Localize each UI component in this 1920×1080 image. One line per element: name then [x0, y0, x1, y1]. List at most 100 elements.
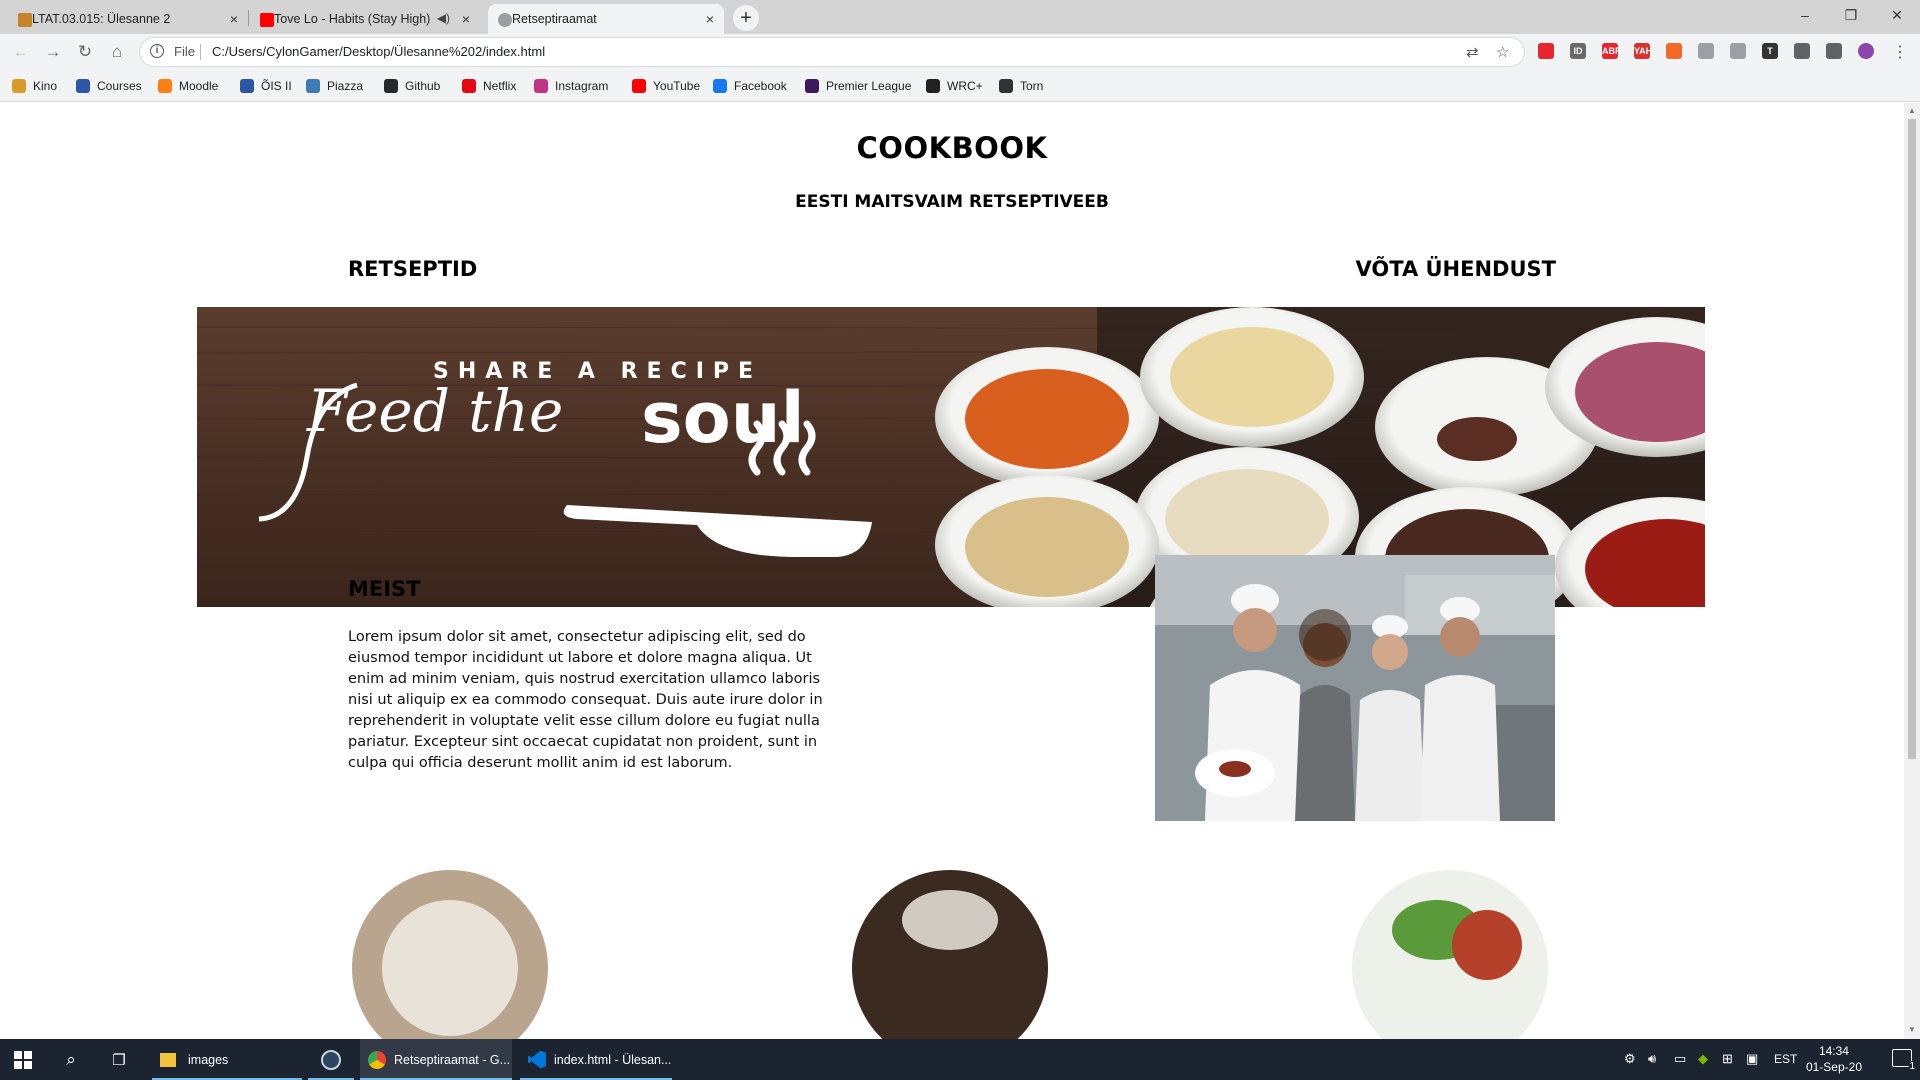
taskbar-item-label: Retseptiraamat - G...: [394, 1052, 511, 1067]
scrollbar-thumb[interactable]: [1908, 119, 1916, 759]
bookmark-courses[interactable]: Courses: [76, 78, 142, 94]
bookmark-netflix[interactable]: Netflix: [462, 78, 516, 94]
close-tab-icon[interactable]: ×: [462, 11, 470, 27]
page-subtitle: EESTI MAITSVAIM RETSEPTIVEEB: [795, 192, 1109, 212]
playlist-ext-icon[interactable]: [1826, 43, 1842, 59]
facebook-icon: [713, 79, 727, 93]
bookmark-youtube[interactable]: YouTube: [632, 78, 700, 94]
volume-icon[interactable]: 🔊︎: [1648, 1051, 1656, 1067]
steam-icon: [321, 1049, 341, 1070]
recipe-thumbnail-1[interactable]: [352, 870, 548, 1039]
reload-button[interactable]: ↻: [74, 41, 96, 63]
kino-icon: [12, 79, 26, 93]
opera-ext-icon[interactable]: [1538, 43, 1554, 59]
forward-button[interactable]: →: [42, 41, 64, 63]
bookmark-moodle[interactable]: Moodle: [158, 78, 218, 94]
bookmark-star-icon[interactable]: ☆: [1496, 43, 1509, 61]
tab-retseptiraamat[interactable]: Retseptiraamat ×: [488, 4, 724, 34]
home-button[interactable]: ⌂: [106, 41, 128, 63]
id-ext-icon[interactable]: ID: [1570, 43, 1586, 59]
tab-title: Tove Lo - Habits (Stay High): [274, 12, 431, 26]
taskbar-item-vscode[interactable]: index.html - Ülesan...: [520, 1039, 672, 1080]
wrc--icon: [926, 79, 940, 93]
folder-icon: [160, 1052, 176, 1067]
bookmark-label: Instagram: [555, 79, 609, 93]
bookmark-label: Kino: [33, 79, 58, 93]
close-window-button[interactable]: ✕: [1874, 2, 1920, 28]
info-icon[interactable]: i: [150, 44, 164, 58]
language-indicator[interactable]: EST: [1774, 1052, 1797, 1066]
page-title: COOKBOOK: [856, 131, 1048, 165]
task-view-icon[interactable]: ❐: [96, 1039, 142, 1080]
premier-league-icon: [805, 79, 819, 93]
recipe-thumbnail-3[interactable]: [1352, 870, 1548, 1039]
url-text[interactable]: C:/Users/CylonGamer/Desktop/Ülesanne%202…: [212, 44, 545, 59]
translate-icon[interactable]: ⇄: [1466, 43, 1479, 61]
nvidia-icon[interactable]: ◆: [1698, 1051, 1708, 1067]
taskbar-item-steam[interactable]: [308, 1039, 354, 1080]
tray-app-icon[interactable]: ⊞: [1722, 1051, 1733, 1067]
bookmark-instagram[interactable]: Instagram: [534, 78, 608, 94]
bookmark-label: Netflix: [483, 79, 517, 93]
recipe-thumbnail-2[interactable]: [852, 870, 1048, 1039]
tray-steam-icon[interactable]: ⚙: [1624, 1051, 1636, 1067]
start-button[interactable]: [0, 1039, 46, 1080]
scroll-down-arrow-icon[interactable]: ▼: [1908, 1025, 1916, 1034]
taskbar-item-label: images: [188, 1052, 229, 1067]
scroll-up-arrow-icon[interactable]: ▲: [1908, 106, 1916, 115]
page-scrollbar[interactable]: ▲ ▼: [1904, 103, 1920, 1039]
taskbar-item-explorer[interactable]: images: [152, 1039, 302, 1080]
scheme-divider: [200, 44, 201, 60]
banner-big-text: soul: [641, 377, 805, 459]
chrome-icon: [368, 1050, 386, 1069]
tab-divider: [248, 10, 249, 26]
minimize-button[interactable]: –: [1782, 2, 1828, 28]
bookmark-wrc-[interactable]: WRC+: [926, 78, 983, 94]
bookmark-premier-league[interactable]: Premier League: [805, 78, 911, 94]
bookmark-torn[interactable]: Torn: [999, 78, 1043, 94]
vscode-icon: [528, 1050, 546, 1069]
network-icon[interactable]: ▭: [1674, 1051, 1686, 1067]
nav-link-retseptid[interactable]: RETSEPTID: [348, 257, 477, 281]
address-bar[interactable]: i File C:/Users/CylonGamer/Desktop/Ülesa…: [140, 38, 1524, 66]
bookmark-label: Moodle: [179, 79, 219, 93]
ext-icon[interactable]: [1730, 43, 1746, 59]
new-tab-button[interactable]: +: [733, 5, 759, 31]
back-button[interactable]: ←: [10, 41, 32, 63]
tab-ltat[interactable]: LTAT.03.015: Ülesanne 2 ×: [8, 4, 248, 34]
bookmark-label: Facebook: [734, 79, 787, 93]
clock-time: 14:34: [1818, 1044, 1849, 1058]
close-tab-icon[interactable]: ×: [706, 11, 714, 27]
taskbar-item-chrome[interactable]: Retseptiraamat - G...: [360, 1039, 512, 1080]
nav-link-contact[interactable]: VÕTA ÜHENDUST: [1356, 257, 1556, 281]
close-tab-icon[interactable]: ×: [230, 11, 238, 27]
t-ext-icon[interactable]: T: [1762, 43, 1778, 59]
notifications-icon[interactable]: 1: [1892, 1049, 1915, 1072]
puzzle-ext-icon[interactable]: [1794, 43, 1810, 59]
bookmark-label: WRC+: [947, 79, 983, 93]
bookmarks-bar: Kino Courses Moodle ÕIS II Piazza Github Netfl…: [0, 70, 1920, 102]
tray-app-icon[interactable]: ▣: [1746, 1051, 1758, 1067]
menu-icon[interactable]: ⋮: [1892, 42, 1908, 62]
courses-icon: [76, 79, 90, 93]
profile-avatar-icon[interactable]: [1858, 43, 1874, 59]
ext-icon[interactable]: [1698, 43, 1714, 59]
yahoo-ext-icon[interactable]: YAH: [1634, 43, 1652, 59]
tab-strip: LTAT.03.015: Ülesanne 2 × Tove Lo - Habi…: [0, 0, 1920, 34]
search-icon[interactable]: ⌕: [48, 1039, 94, 1080]
bookmark--is-ii[interactable]: ÕIS II: [240, 78, 292, 94]
brave-ext-icon[interactable]: [1666, 43, 1682, 59]
clock[interactable]: 14:34 01-Sep-20: [1806, 1043, 1862, 1075]
tab-title: Retseptiraamat: [512, 12, 597, 26]
bookmark-facebook[interactable]: Facebook: [713, 78, 787, 94]
moodle-icon: [158, 79, 172, 93]
adblock-ext-icon[interactable]: ABP: [1602, 43, 1621, 59]
chefs-photo: [1155, 555, 1555, 821]
tab-youtube[interactable]: Tove Lo - Habits (Stay High) ◀) ×: [250, 4, 480, 34]
bookmark-piazza[interactable]: Piazza: [306, 78, 363, 94]
bookmark-github[interactable]: Github: [384, 78, 440, 94]
bookmark-label: YouTube: [653, 79, 701, 93]
restore-button[interactable]: ❐: [1828, 2, 1874, 28]
bookmark-kino[interactable]: Kino: [12, 78, 57, 94]
audio-playing-icon[interactable]: ◀): [437, 11, 450, 25]
